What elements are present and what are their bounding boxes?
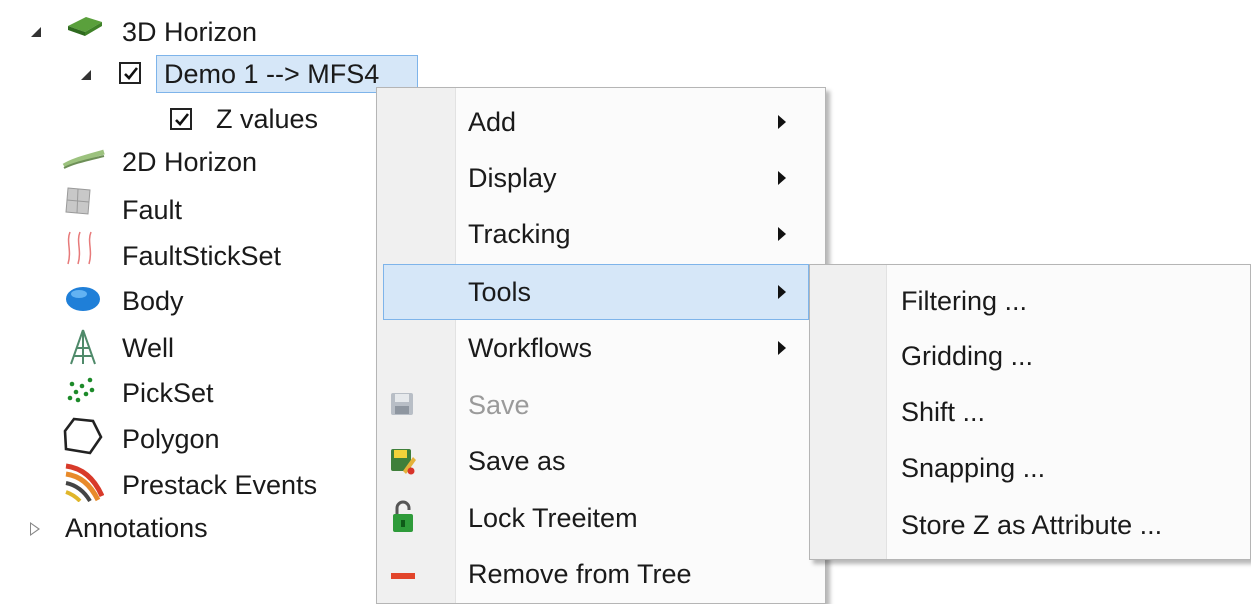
menu-item-tools[interactable]: Tools — [383, 264, 809, 320]
submenu-item-snapping[interactable]: Snapping ... — [810, 440, 1250, 496]
tree-item-3d-horizon[interactable]: 3D Horizon — [122, 15, 257, 49]
body-icon — [66, 287, 100, 311]
submenu-arrow-icon — [778, 341, 786, 355]
menu-item-add-label: Add — [468, 107, 517, 137]
demo-checkbox[interactable] — [119, 62, 141, 84]
tree-expand-arrow-demo[interactable] — [81, 70, 91, 80]
prestack-events-icon — [65, 463, 104, 502]
tree-item-well[interactable]: Well — [122, 331, 174, 365]
submenu-item-store-z-as-attribute[interactable]: Store Z as Attribute ... — [810, 497, 1250, 553]
tools-submenu: Filtering ... Gridding ... Shift ... Sna… — [809, 264, 1251, 560]
polygon-icon — [63, 417, 103, 455]
pickset-icon — [67, 377, 95, 403]
menu-item-workflows[interactable]: Workflows — [377, 320, 825, 376]
zvalues-checkbox[interactable] — [170, 108, 192, 130]
fault-icon — [65, 187, 91, 215]
2d-horizon-icon — [62, 149, 105, 169]
well-icon — [70, 329, 96, 365]
menu-item-save[interactable]: Save — [377, 377, 825, 433]
save-as-icon — [391, 449, 416, 475]
submenu-item-snapping-label: Snapping ... — [901, 453, 1046, 483]
menu-item-display-label: Display — [468, 163, 557, 193]
menu-item-tracking-label: Tracking — [468, 219, 571, 249]
submenu-item-store-z-as-attribute-label: Store Z as Attribute ... — [901, 510, 1163, 540]
menu-item-remove-from-tree-label: Remove from Tree — [468, 559, 692, 589]
tree-item-body[interactable]: Body — [122, 284, 184, 318]
tree-collapsed-arrow-annotations[interactable] — [30, 522, 40, 536]
tree-expand-arrow-3d-horizon[interactable] — [31, 27, 41, 37]
3d-horizon-icon — [68, 17, 102, 36]
menu-item-lock-treeitem[interactable]: Lock Treeitem — [377, 490, 825, 546]
save-icon — [391, 393, 413, 415]
submenu-item-shift[interactable]: Shift ... — [810, 384, 1250, 440]
submenu-arrow-icon — [778, 171, 786, 185]
menu-item-workflows-label: Workflows — [468, 333, 593, 363]
submenu-arrow-icon — [778, 227, 786, 241]
object-tree: 3D Horizon Demo 1 --> MFS4 Z values 2D H… — [0, 0, 418, 604]
menu-item-save-label: Save — [468, 390, 530, 420]
submenu-arrow-icon — [778, 115, 786, 129]
menu-item-save-as-label: Save as — [468, 446, 566, 476]
menu-item-tracking[interactable]: Tracking — [377, 206, 825, 262]
tree-item-annotations[interactable]: Annotations — [65, 511, 208, 545]
faultstickset-icon — [67, 231, 92, 265]
submenu-item-shift-label: Shift ... — [901, 397, 986, 427]
tree-item-polygon[interactable]: Polygon — [122, 422, 220, 456]
submenu-item-gridding-label: Gridding ... — [901, 341, 1034, 371]
tree-item-zvalues[interactable]: Z values — [216, 102, 318, 136]
context-menu: Add Display Tracking Tools Workflows Sav… — [376, 87, 826, 604]
tree-item-fault[interactable]: Fault — [122, 193, 182, 227]
tree-item-2d-horizon[interactable]: 2D Horizon — [122, 145, 257, 179]
tree-item-demo-label: Demo 1 --> MFS4 — [164, 59, 380, 89]
remove-icon — [391, 573, 415, 579]
submenu-item-filtering[interactable]: Filtering ... — [810, 273, 1250, 329]
tree-item-pickset[interactable]: PickSet — [122, 376, 214, 410]
menu-item-save-as[interactable]: Save as — [377, 433, 825, 489]
submenu-item-filtering-label: Filtering ... — [901, 286, 1028, 316]
menu-item-add[interactable]: Add — [377, 94, 825, 150]
lock-icon — [393, 500, 413, 532]
tree-item-faultstickset[interactable]: FaultStickSet — [122, 239, 281, 273]
menu-item-tools-label: Tools — [468, 277, 532, 307]
submenu-arrow-icon — [778, 285, 786, 299]
submenu-item-gridding[interactable]: Gridding ... — [810, 328, 1250, 384]
tree-item-prestack-events[interactable]: Prestack Events — [122, 468, 317, 502]
menu-item-remove-from-tree[interactable]: Remove from Tree — [377, 546, 825, 602]
menu-item-lock-treeitem-label: Lock Treeitem — [468, 503, 638, 533]
menu-item-display[interactable]: Display — [377, 150, 825, 206]
